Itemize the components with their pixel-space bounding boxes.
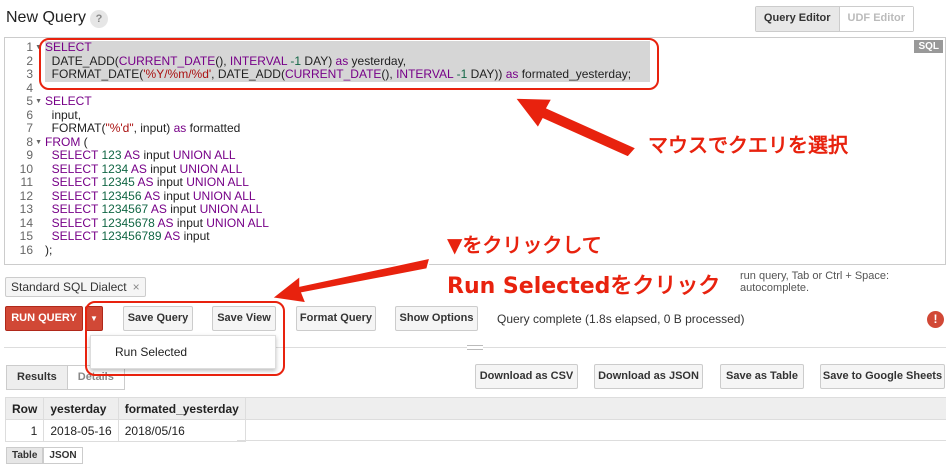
- download-csv-button[interactable]: Download as CSV: [475, 364, 578, 389]
- editor-tabs: Query Editor UDF Editor: [754, 6, 914, 32]
- dialect-label: Standard SQL Dialect: [11, 280, 127, 294]
- download-json-button[interactable]: Download as JSON: [594, 364, 703, 389]
- table-cell: 2018-05-16: [43, 419, 119, 442]
- column-header: Row: [4, 397, 45, 420]
- dialect-chip: Standard SQL Dialect ×: [5, 277, 146, 297]
- tab-results[interactable]: Results: [6, 365, 68, 390]
- format-tabs: Table JSON: [6, 447, 83, 464]
- table-row: 1 2018-05-16 2018/05/16: [4, 419, 246, 442]
- line-number: 9: [26, 148, 33, 162]
- code-line[interactable]: input,: [45, 108, 945, 123]
- line-number: 10: [19, 161, 33, 176]
- column-header: formated_yesterday: [117, 397, 246, 420]
- page-title: New Query: [6, 9, 87, 26]
- resize-handle[interactable]: [467, 345, 483, 350]
- line-number: 13: [19, 202, 33, 216]
- error-icon[interactable]: !: [927, 311, 944, 328]
- column-header: yesterday: [43, 397, 119, 420]
- tab-json[interactable]: JSON: [43, 447, 83, 464]
- fold-arrow-icon[interactable]: ▼: [35, 136, 42, 150]
- line-number: 8 ▼: [26, 134, 42, 150]
- help-icon[interactable]: ?: [90, 10, 108, 28]
- line-number: 2: [26, 53, 33, 68]
- line-number: 6: [26, 107, 33, 122]
- tab-query-editor[interactable]: Query Editor: [755, 7, 840, 31]
- code-line[interactable]: SELECT 123456 AS input UNION ALL: [45, 189, 945, 204]
- annotation-run-selected: Run Selectedをクリック: [447, 274, 721, 299]
- line-number: 7: [26, 121, 33, 135]
- table-header-row: Row yesterday formated_yesterday: [4, 397, 246, 420]
- line-number: 5 ▼: [26, 94, 42, 109]
- save-sheets-button[interactable]: Save to Google Sheets: [820, 364, 945, 389]
- annotation-click-arrow: ▼をクリックして: [447, 233, 602, 257]
- line-number: 12: [19, 188, 33, 203]
- annotation-select-query: マウスでクエリを選択: [648, 133, 848, 157]
- show-options-button[interactable]: Show Options: [395, 306, 478, 331]
- run-query-button[interactable]: RUN QUERY: [5, 306, 83, 331]
- table-cell: 1: [4, 419, 45, 442]
- line-number: 4: [26, 80, 33, 95]
- code-line[interactable]: SELECT: [45, 94, 945, 109]
- line-number: 3: [26, 67, 33, 81]
- code-line[interactable]: SELECT 12345 AS input UNION ALL: [45, 175, 945, 190]
- results-table: Row yesterday formated_yesterday 1 2018-…: [4, 397, 246, 442]
- dropdown-highlight-box: [85, 301, 285, 376]
- code-line[interactable]: SELECT 1234567 AS input UNION ALL: [45, 202, 945, 217]
- format-query-button[interactable]: Format Query: [296, 306, 376, 331]
- code-line[interactable]: SELECT 12345678 AS input UNION ALL: [45, 216, 945, 231]
- code-line[interactable]: SELECT 1234 AS input UNION ALL: [45, 162, 945, 177]
- line-number: 1 ▼: [26, 40, 42, 54]
- query-status: Query complete (1.8s elapsed, 0 B proces…: [497, 312, 745, 326]
- results-filler: [237, 397, 946, 441]
- fold-arrow-icon[interactable]: ▼: [35, 95, 42, 109]
- close-icon[interactable]: ×: [133, 280, 140, 294]
- line-gutter: 1 ▼ 2 3 4 5 ▼ 6 7 8 ▼ 9 10 11 12 13 14 15 1…: [5, 40, 43, 257]
- line-number: 15: [19, 229, 33, 243]
- tab-udf-editor[interactable]: UDF Editor: [839, 7, 913, 31]
- save-table-button[interactable]: Save as Table: [720, 364, 804, 389]
- line-number: 16: [19, 242, 33, 257]
- table-cell: 2018/05/16: [117, 419, 246, 442]
- selection-highlight-box: [39, 38, 659, 90]
- shortcut-hint: run query, Tab or Ctrl + Space: autocomp…: [740, 270, 890, 294]
- line-number: 11: [20, 175, 33, 189]
- line-number: 14: [19, 215, 33, 230]
- tab-table[interactable]: Table: [6, 447, 44, 464]
